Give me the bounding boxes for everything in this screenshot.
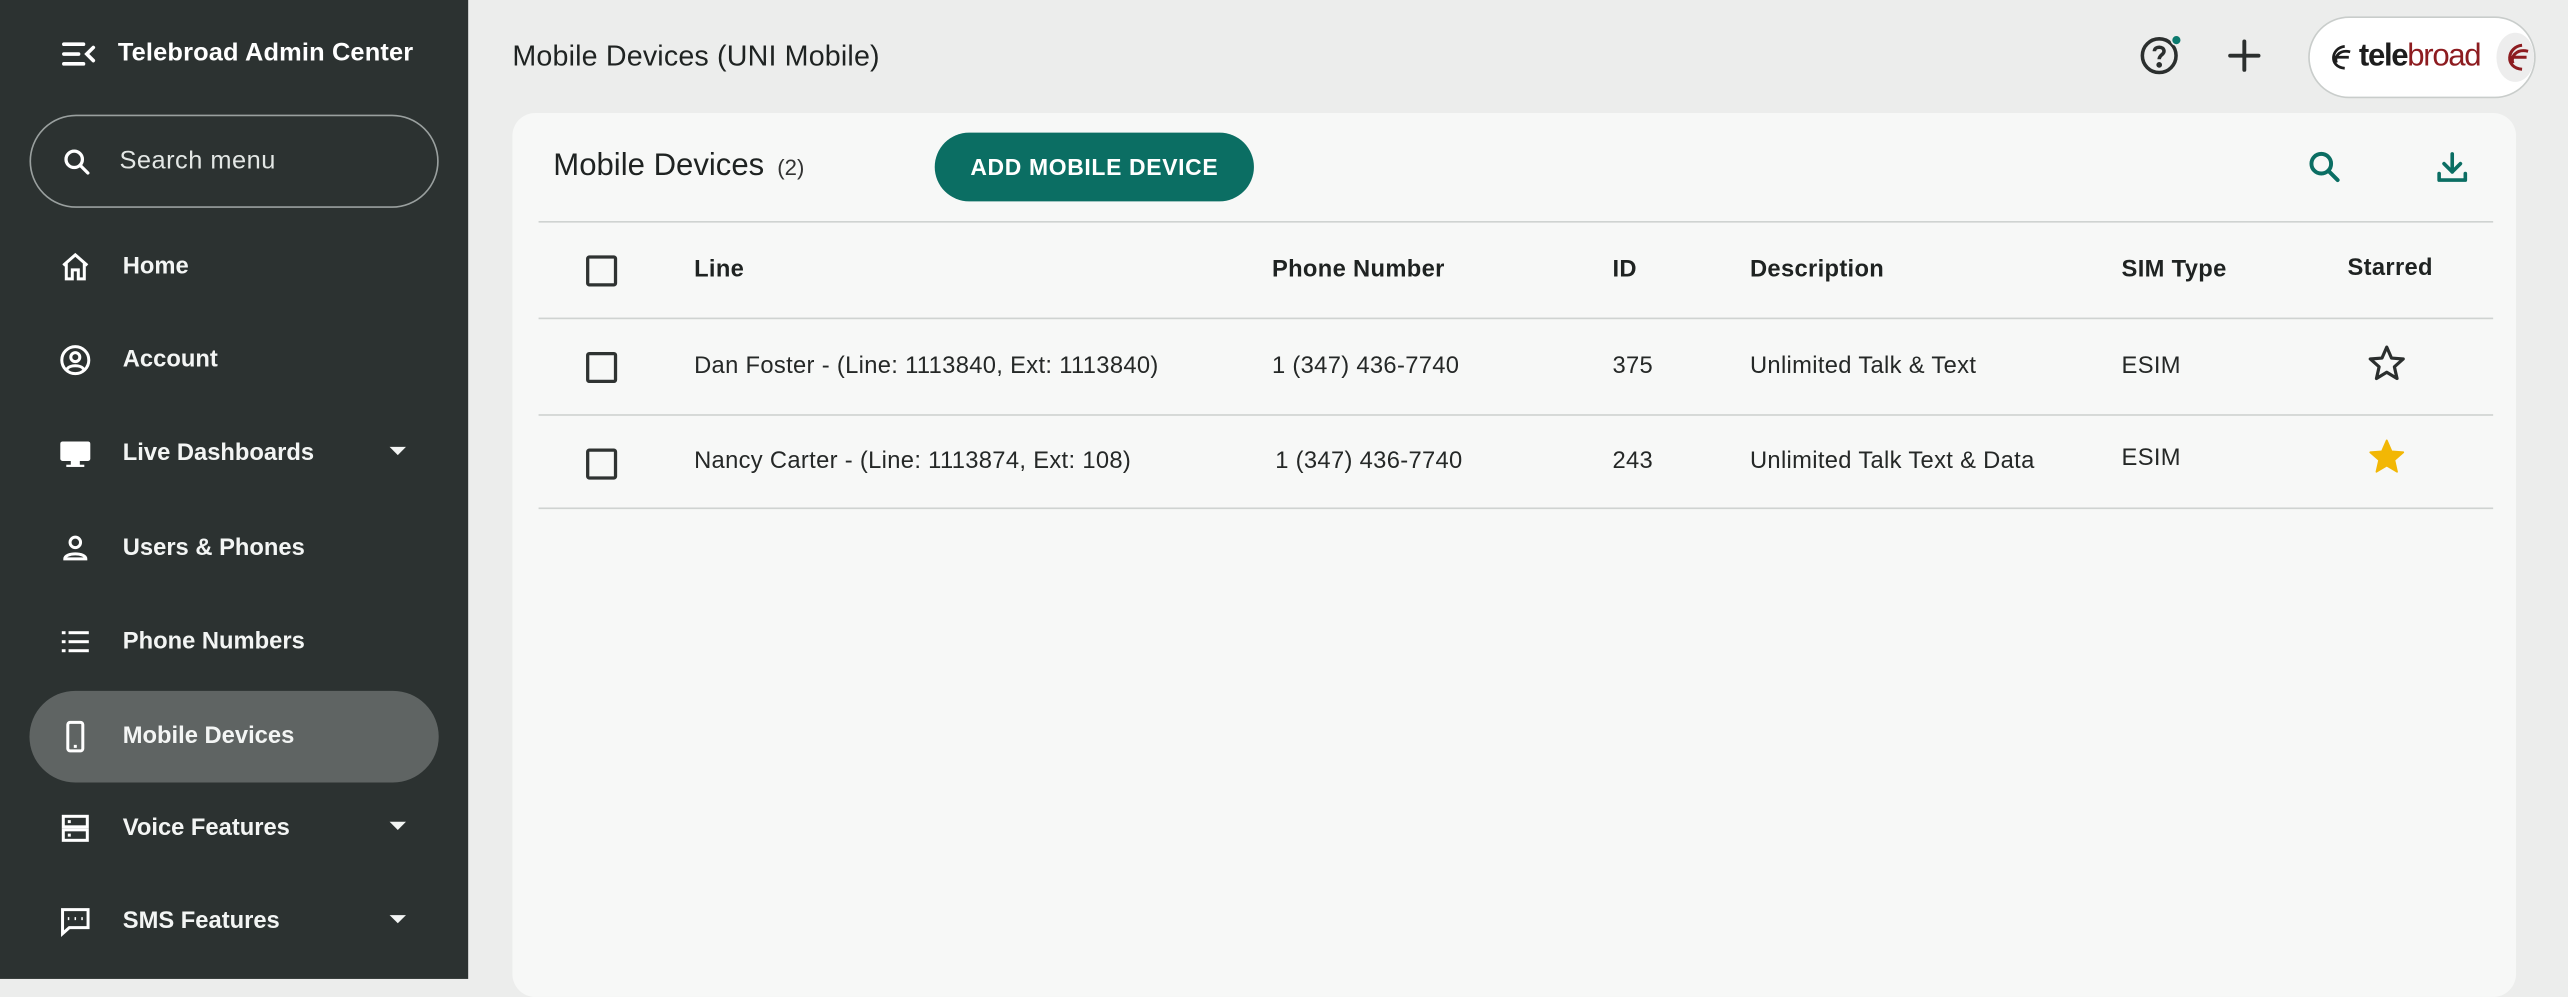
plus-icon	[2223, 34, 2266, 77]
cell-phone-number: 1 (347) 436-7740	[1275, 448, 1463, 475]
chevron-down-icon	[389, 446, 406, 456]
sidebar-item-sms-features[interactable]: SMS Features	[29, 876, 438, 968]
sidebar-item-account[interactable]: Account	[29, 314, 438, 406]
column-header-description[interactable]: Description	[1750, 223, 1884, 318]
app-root: Telebroad Admin Center Home Account	[0, 0, 2568, 997]
column-header-sim-type[interactable]: SIM Type	[2122, 223, 2227, 318]
account-menu-button[interactable]: tele broad	[2308, 16, 2536, 99]
search-icon	[2305, 147, 2344, 186]
home-icon	[57, 249, 93, 285]
sidebar-item-label: Mobile Devices	[122, 723, 295, 750]
row-checkbox[interactable]	[586, 448, 618, 480]
star-outline-icon[interactable]	[2365, 342, 2408, 385]
sidebar-item-label: Users & Phones	[122, 535, 305, 562]
sidebar: Telebroad Admin Center Home Account	[0, 0, 469, 979]
search-icon	[61, 145, 94, 178]
sidebar-item-label: Voice Features	[122, 815, 290, 842]
help-button[interactable]	[2135, 31, 2184, 80]
table-row[interactable]: Dan Foster - (Line: 1113840, Ext: 111384…	[538, 317, 2494, 415]
storage-icon	[57, 810, 93, 846]
search-menu-input[interactable]	[119, 146, 398, 176]
card-title-text: Mobile Devices	[553, 148, 765, 184]
sidebar-item-label: Account	[122, 347, 218, 374]
sidebar-item-label: Home	[122, 253, 189, 280]
avatar	[2496, 32, 2535, 82]
account-circle-icon	[57, 342, 93, 378]
download-button[interactable]	[2429, 144, 2475, 190]
cell-description: Unlimited Talk & Text	[1749, 353, 1977, 380]
download-icon	[2433, 147, 2472, 186]
brand-part2: broad	[2407, 39, 2481, 74]
sidebar-item-label: SMS Features	[122, 908, 280, 935]
notification-dot	[2170, 34, 2183, 46]
globe-logo-icon	[2332, 45, 2351, 70]
sidebar-item-mobile-devices[interactable]: Mobile Devices	[29, 690, 439, 783]
cell-id: 243	[1612, 448, 1654, 475]
add-mobile-device-button[interactable]: ADD MOBILE DEVICE	[934, 132, 1254, 202]
device-count: (2)	[777, 155, 805, 181]
telebroad-logo: tele broad	[2323, 39, 2482, 75]
cell-sim-type: ESIM	[2121, 353, 2181, 380]
table-header-row: Line Phone Number ID Description SIM Typ…	[538, 220, 2494, 318]
chevron-down-icon	[389, 821, 406, 830]
mobile-devices-table: Line Phone Number ID Description SIM Typ…	[538, 220, 2494, 510]
sidebar-item-phone-numbers[interactable]: Phone Numbers	[29, 596, 438, 688]
card-title: Mobile Devices (2)	[553, 149, 804, 185]
select-all-checkbox[interactable]	[586, 255, 618, 287]
globe-logo-icon	[2507, 43, 2528, 71]
cell-line: Dan Foster - (Line: 1113840, Ext: 111384…	[694, 353, 1159, 380]
star-filled-icon[interactable]	[2365, 435, 2408, 478]
sidebar-item-users-phones[interactable]: Users & Phones	[29, 503, 438, 595]
app-title: Telebroad Admin Center	[117, 39, 414, 68]
column-header-id[interactable]: ID	[1612, 223, 1636, 318]
chevron-down-icon	[389, 915, 406, 924]
sidebar-item-home[interactable]: Home	[29, 221, 438, 313]
sidebar-item-voice-features[interactable]: Voice Features	[29, 782, 438, 874]
add-button[interactable]	[2220, 31, 2269, 80]
column-header-line[interactable]: Line	[694, 223, 744, 318]
table-search-button[interactable]	[2302, 144, 2348, 190]
menu-collapse-icon[interactable]	[59, 34, 98, 73]
brand-part1: tele	[2358, 39, 2409, 74]
cell-id: 375	[1612, 353, 1654, 380]
sidebar-item-live-dashboards[interactable]: Live Dashboards	[29, 408, 438, 500]
sidebar-search[interactable]	[29, 114, 439, 208]
column-header-phone-number[interactable]: Phone Number	[1272, 223, 1445, 318]
cell-phone-number: 1 (347) 436-7740	[1271, 353, 1460, 380]
person-icon	[57, 530, 93, 566]
page-title: Mobile Devices (UNI Mobile)	[512, 39, 880, 73]
sidebar-item-label: Live Dashboards	[122, 440, 315, 467]
sidebar-header: Telebroad Admin Center	[59, 34, 413, 73]
table-row[interactable]: Nancy Carter - (Line: 1113874, Ext: 108)…	[538, 414, 2494, 510]
smartphone-icon	[57, 719, 93, 755]
mobile-devices-card: Mobile Devices (2) ADD MOBILE DEVICE Lin…	[512, 112, 2517, 997]
monitor-icon	[57, 435, 93, 471]
chat-icon	[57, 904, 93, 940]
cell-sim-type: ESIM	[2121, 445, 2181, 472]
cell-description: Unlimited Talk Text & Data	[1749, 448, 2035, 475]
sidebar-item-label: Phone Numbers	[122, 628, 305, 655]
cell-line: Nancy Carter - (Line: 1113874, Ext: 108)	[694, 448, 1132, 475]
column-header-starred[interactable]: Starred	[2347, 221, 2432, 316]
list-icon	[57, 624, 93, 660]
row-checkbox[interactable]	[586, 351, 618, 384]
